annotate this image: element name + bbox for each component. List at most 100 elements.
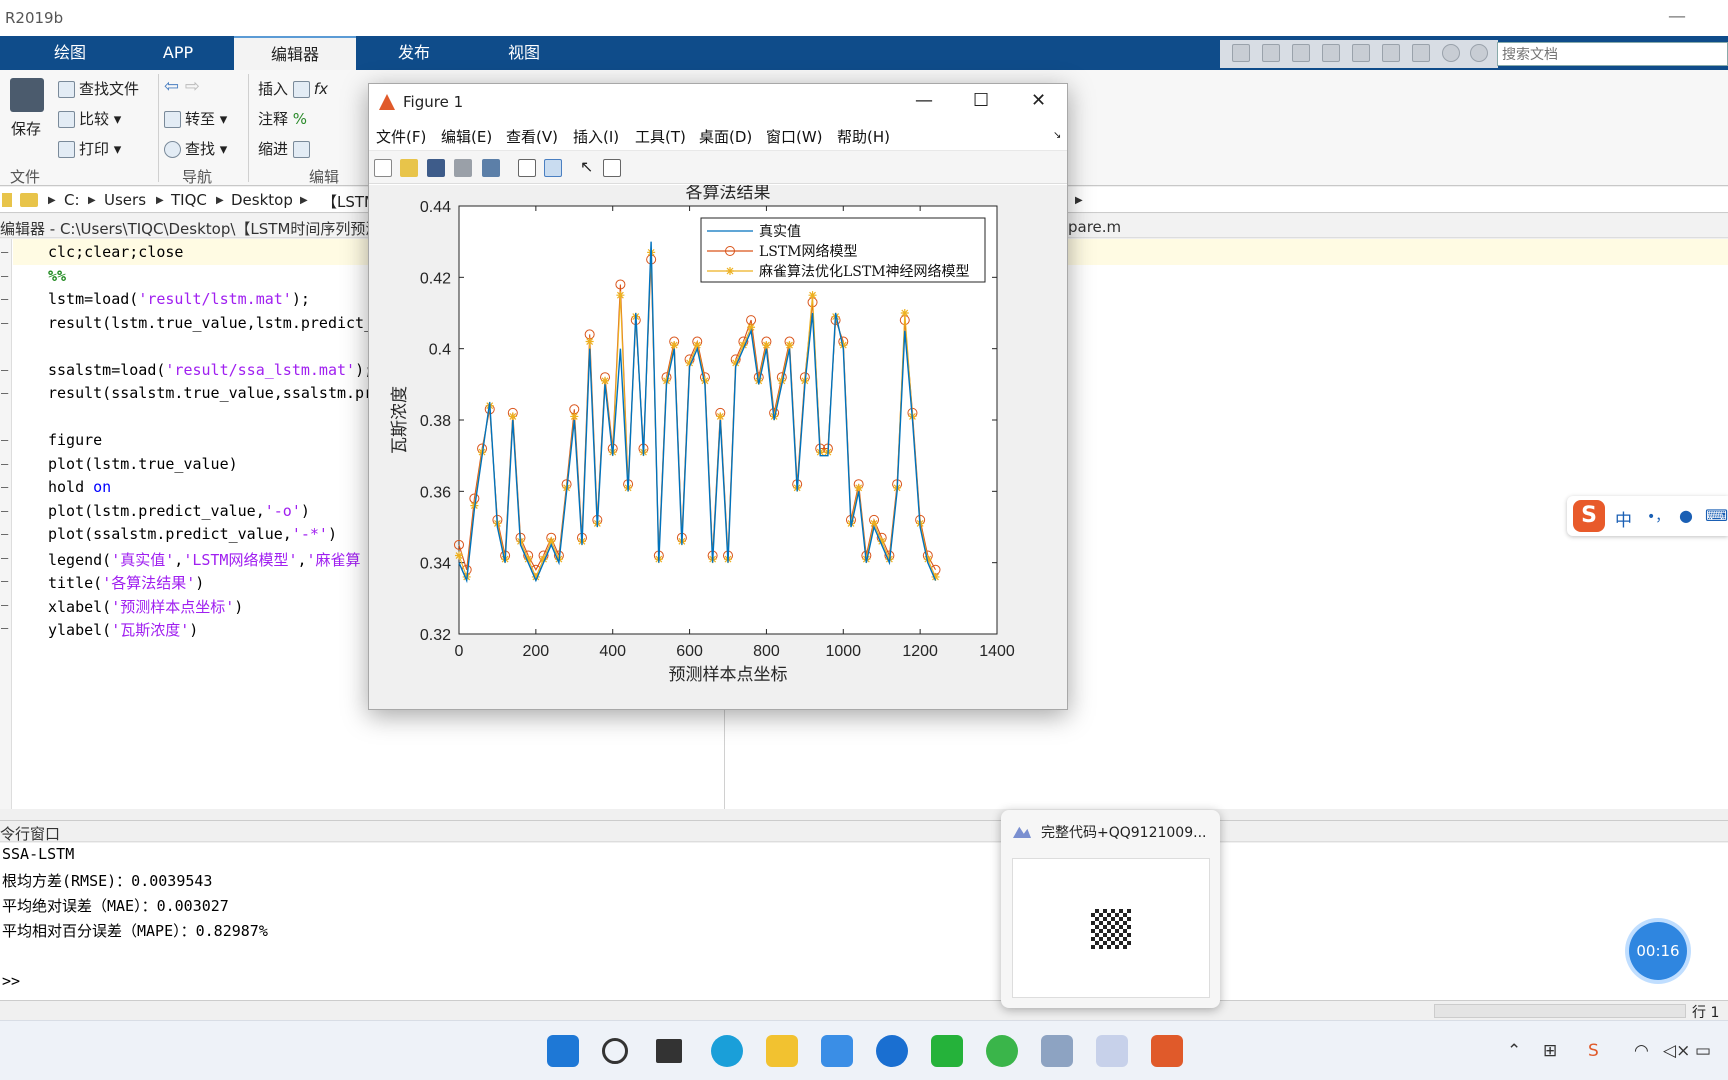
x-tick-label: 1400 bbox=[979, 643, 1015, 660]
code-line: legend('真实值','LSTM网络模型','麻雀算 bbox=[48, 550, 361, 569]
ime-punctuation[interactable]: •， bbox=[1647, 506, 1669, 526]
line-marker: – bbox=[1, 386, 9, 400]
code-line: hold on bbox=[48, 478, 112, 496]
file-explorer-icon[interactable] bbox=[766, 1035, 798, 1067]
link-plot-icon[interactable] bbox=[482, 159, 500, 177]
volume-mute-icon[interactable]: ◁× bbox=[1663, 1041, 1690, 1061]
code-line: plot(lstm.true_value) bbox=[48, 454, 238, 473]
x-tick-label: 400 bbox=[599, 643, 626, 660]
tab-plots[interactable]: 绘图 bbox=[20, 36, 120, 70]
indent-button[interactable]: 缩进 bbox=[258, 138, 314, 159]
back-arrow-icon[interactable]: ⇦ ⇨ bbox=[164, 76, 200, 97]
insert-colorbar-icon[interactable] bbox=[518, 159, 536, 177]
copy-icon[interactable] bbox=[1292, 44, 1310, 62]
maximize-icon[interactable]: ☐ bbox=[973, 90, 989, 111]
data-point bbox=[616, 291, 625, 300]
line-marker: – bbox=[1, 315, 9, 330]
tab-view[interactable]: 视图 bbox=[474, 36, 574, 70]
start-icon[interactable] bbox=[547, 1035, 579, 1067]
browser-icon[interactable] bbox=[986, 1035, 1018, 1067]
breadcrumb-tiqc[interactable]: TIQC bbox=[171, 191, 207, 209]
figure-canvas: 0 200 400 600 800 1000 1200 1400 0.32 0.34 0.36 0.3… bbox=[369, 183, 1067, 709]
menu-tools[interactable]: 工具(T) bbox=[635, 126, 686, 147]
taskbar-preview-popup[interactable]: 完整代码+QQ9121009... bbox=[1001, 810, 1220, 1008]
percent-icon: % bbox=[292, 110, 308, 128]
new-figure-icon[interactable] bbox=[374, 159, 392, 177]
tab-apps[interactable]: APP bbox=[128, 36, 228, 70]
matlab-icon[interactable] bbox=[1151, 1035, 1183, 1067]
command-prompt[interactable]: >> bbox=[2, 972, 20, 990]
menu-edit[interactable]: 编辑(E) bbox=[441, 126, 492, 147]
close-icon[interactable]: ✕ bbox=[1031, 90, 1046, 111]
print-button[interactable]: 打印 ▾ bbox=[58, 138, 121, 159]
redo-icon[interactable] bbox=[1382, 44, 1400, 62]
switch-windows-icon[interactable] bbox=[1412, 44, 1430, 62]
breadcrumb-c[interactable]: C: bbox=[64, 191, 80, 209]
comment-button[interactable]: 注释 % bbox=[258, 108, 307, 129]
menu-view[interactable]: 查看(V) bbox=[506, 126, 558, 147]
figure-title: Figure 1 bbox=[403, 93, 464, 111]
wifi-icon[interactable]: ◠ bbox=[1634, 1041, 1649, 1061]
cursor-position: 行 1 bbox=[1692, 1005, 1720, 1021]
tab-editor[interactable]: 编辑器 bbox=[234, 36, 356, 70]
print-figure-icon[interactable] bbox=[454, 159, 472, 177]
sogou-logo-icon[interactable]: S bbox=[1573, 500, 1605, 532]
preview-thumbnail[interactable] bbox=[1012, 858, 1210, 998]
menu-insert[interactable]: 插入(I) bbox=[573, 126, 619, 147]
editor-tab-compare[interactable]: pare.m bbox=[1068, 218, 1121, 236]
chevron-up-icon[interactable]: ⌃ bbox=[1507, 1041, 1521, 1061]
find-button[interactable]: 查找 ▾ bbox=[164, 138, 227, 159]
save-large-icon[interactable] bbox=[10, 78, 44, 112]
keyboard-icon[interactable]: ⌨ bbox=[1705, 506, 1728, 525]
menu-file[interactable]: 文件(F) bbox=[376, 126, 426, 147]
compare-button[interactable]: 比较 ▾ bbox=[58, 108, 121, 129]
recording-timer[interactable]: 00:16 bbox=[1629, 922, 1687, 980]
tab-publish[interactable]: 发布 bbox=[362, 36, 466, 70]
search-docs-input[interactable] bbox=[1497, 42, 1728, 66]
goto-button[interactable]: 转至 ▾ bbox=[164, 108, 227, 129]
paste-icon[interactable] bbox=[1322, 44, 1340, 62]
command-window[interactable]: SSA-LSTM 根均方差(RMSE)：0.0039543 平均绝对误差（MAE… bbox=[0, 843, 1728, 1000]
y-axis-label: 瓦斯浓度 bbox=[390, 386, 410, 454]
breadcrumb-users[interactable]: Users bbox=[104, 191, 146, 209]
insert-button[interactable]: 插入 fx bbox=[258, 78, 328, 99]
save-figure-icon[interactable] bbox=[427, 159, 445, 177]
bing-icon[interactable] bbox=[876, 1035, 908, 1067]
code-line: xlabel('预测样本点坐标') bbox=[48, 597, 244, 616]
microphone-icon[interactable]: ● bbox=[1679, 506, 1693, 525]
undo-icon[interactable] bbox=[1352, 44, 1370, 62]
property-inspector-icon[interactable] bbox=[603, 159, 621, 177]
options-icon[interactable] bbox=[1470, 44, 1488, 62]
ime-tray-icon[interactable]: ⊞ bbox=[1543, 1041, 1557, 1061]
sogou-tray-icon[interactable]: S bbox=[1588, 1041, 1599, 1061]
search-icon[interactable] bbox=[602, 1038, 628, 1064]
photos-icon[interactable] bbox=[1096, 1035, 1128, 1067]
find-files-button[interactable]: 查找文件 bbox=[58, 78, 139, 99]
mail-icon[interactable] bbox=[821, 1035, 853, 1067]
breadcrumb-desktop[interactable]: Desktop bbox=[231, 191, 293, 209]
minimize-button[interactable]: — bbox=[1668, 6, 1686, 27]
insert-legend-icon[interactable] bbox=[544, 159, 562, 177]
menu-desktop[interactable]: 桌面(D) bbox=[699, 126, 752, 147]
folder-open-icon[interactable] bbox=[20, 193, 38, 207]
breadcrumb-expand[interactable]: ▶ bbox=[1075, 195, 1083, 206]
help-icon[interactable] bbox=[1442, 44, 1460, 62]
menu-help[interactable]: 帮助(H) bbox=[837, 126, 890, 147]
ime-lang[interactable]: 中 bbox=[1615, 506, 1632, 531]
minimize-icon[interactable]: — bbox=[915, 90, 933, 111]
dock-arrow-icon[interactable]: ↘ bbox=[1053, 130, 1061, 141]
edit-plot-arrow-icon[interactable]: ↖ bbox=[580, 157, 593, 176]
x-tick-label: 200 bbox=[523, 643, 550, 660]
save-button[interactable]: 保存 bbox=[11, 118, 41, 139]
battery-icon[interactable]: ▭ bbox=[1695, 1041, 1711, 1061]
line-marker: – bbox=[1, 597, 9, 612]
snipping-icon[interactable] bbox=[1041, 1035, 1073, 1067]
task-view-icon[interactable] bbox=[656, 1039, 682, 1063]
menu-window[interactable]: 窗口(W) bbox=[766, 126, 823, 147]
open-file-icon[interactable] bbox=[400, 159, 418, 177]
cut-icon[interactable] bbox=[1262, 44, 1280, 62]
edge-icon[interactable] bbox=[711, 1035, 743, 1067]
save-icon[interactable] bbox=[1232, 44, 1250, 62]
wechat-icon[interactable] bbox=[931, 1035, 963, 1067]
line-marker: – bbox=[1, 433, 9, 447]
